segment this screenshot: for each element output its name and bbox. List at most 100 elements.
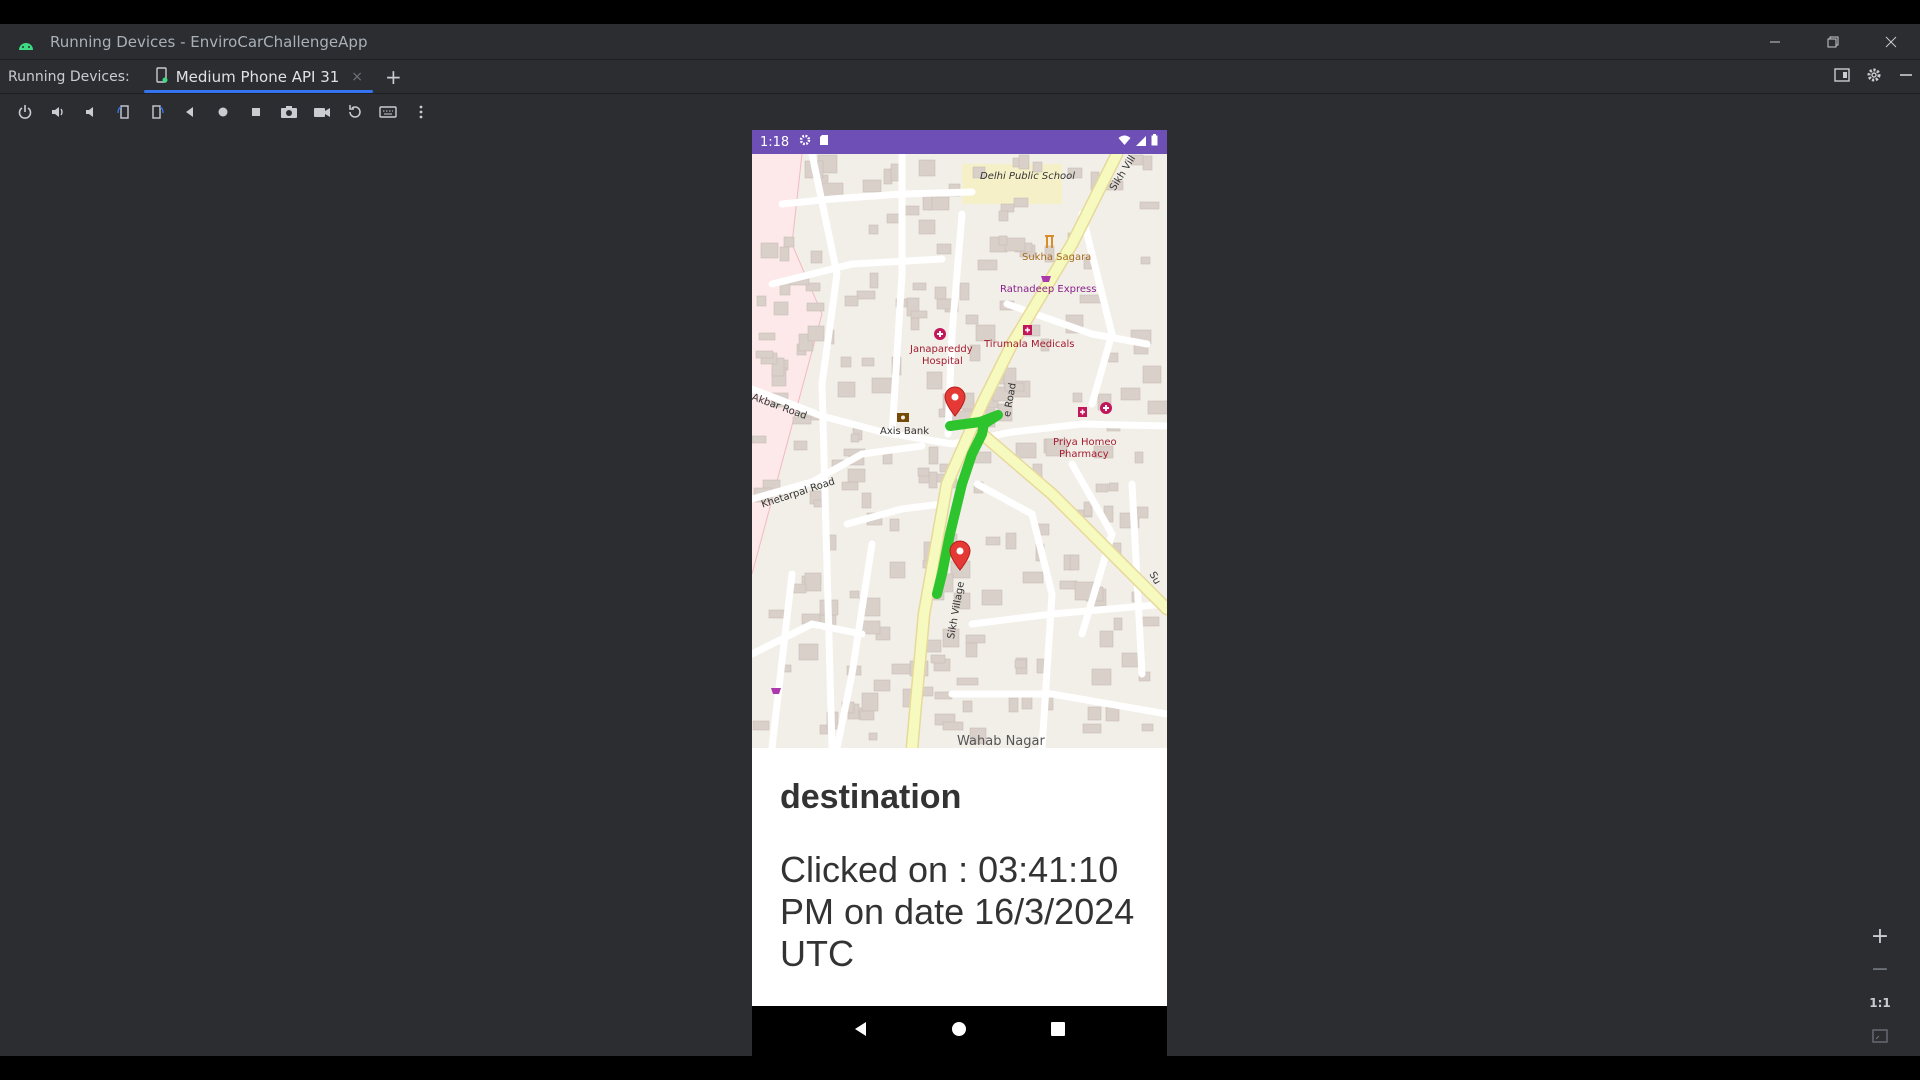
active-tab-indicator — [143, 89, 374, 93]
map-building — [1072, 392, 1083, 403]
map-building — [1142, 155, 1153, 171]
map-label-tirumala: Tirumala Medicals — [984, 339, 1075, 350]
screen: Running Devices - EnviroCarChallengeApp … — [0, 0, 1920, 1080]
device-toolbar — [0, 95, 1920, 129]
map-building — [928, 446, 939, 465]
map-building — [1087, 706, 1102, 721]
back-icon[interactable] — [173, 97, 206, 127]
map-building — [965, 634, 986, 644]
map-building — [981, 589, 1003, 606]
layout-toggle-icon[interactable] — [1834, 67, 1850, 87]
close-window-button[interactable] — [1862, 24, 1920, 60]
osm-map-view[interactable]: Delhi Public School Sukha Sagara Ratnade… — [752, 154, 1167, 748]
map-building — [861, 492, 872, 509]
map-building — [959, 282, 970, 301]
map-building — [841, 481, 859, 491]
map-label-janapareddy: Janapareddy — [910, 344, 973, 355]
nav-home-icon[interactable] — [951, 1021, 967, 1041]
map-building — [928, 471, 938, 489]
map-building — [962, 700, 973, 713]
map-building — [1139, 201, 1160, 210]
reset-icon[interactable] — [338, 97, 371, 127]
rotate-right-icon[interactable] — [140, 97, 173, 127]
map-building — [755, 350, 774, 359]
rotate-left-icon[interactable] — [107, 97, 140, 127]
tab-close-icon[interactable]: × — [351, 69, 363, 85]
map-building — [850, 433, 860, 443]
map-building — [1022, 571, 1044, 584]
map-building — [1091, 668, 1112, 686]
map-building — [1135, 506, 1149, 519]
map-label-axis-bank: Axis Bank — [880, 426, 930, 437]
nav-back-icon[interactable] — [853, 1021, 869, 1041]
running-devices-tabbar: Running Devices: Medium Phone API 31 × + — [0, 60, 1920, 94]
zoom-fit-icon[interactable] — [1872, 1019, 1888, 1052]
keyboard-icon[interactable] — [371, 97, 404, 127]
android-nav-bar — [752, 1006, 1167, 1056]
map-building — [889, 518, 900, 532]
bank-icon — [897, 413, 909, 422]
tab-medium-phone[interactable]: Medium Phone API 31 × — [140, 60, 374, 94]
map-building — [998, 235, 1008, 246]
map-label-hospital: Hospital — [922, 356, 963, 367]
map-building — [868, 732, 878, 741]
sd-card-icon — [819, 134, 829, 150]
restore-window-button[interactable] — [1804, 24, 1862, 60]
map-building — [804, 572, 822, 592]
overview-icon[interactable] — [239, 97, 272, 127]
zoom-actual-size-button[interactable]: 1:1 — [1869, 986, 1891, 1019]
map-building — [918, 159, 936, 177]
map-building — [926, 371, 943, 390]
map-building — [1147, 400, 1167, 415]
map-building — [912, 282, 927, 291]
map-building — [868, 224, 879, 235]
hospital-icon — [934, 328, 946, 340]
map-building — [869, 272, 879, 289]
hide-panel-icon[interactable] — [1898, 67, 1914, 87]
map-building — [1113, 617, 1123, 631]
screen-record-icon[interactable] — [305, 97, 338, 127]
map-building — [847, 468, 866, 483]
map-building — [1082, 723, 1102, 734]
zoom-out-button[interactable]: − — [1871, 953, 1889, 986]
more-icon[interactable] — [404, 97, 437, 127]
map-building — [1099, 630, 1114, 648]
volume-up-icon[interactable] — [41, 97, 74, 127]
zoom-in-button[interactable]: + — [1871, 920, 1889, 953]
power-icon[interactable] — [8, 97, 41, 127]
map-building — [1083, 501, 1093, 517]
map-building — [760, 242, 779, 259]
map-building — [1004, 237, 1026, 252]
map-building — [752, 435, 767, 444]
map-building — [918, 219, 936, 235]
marker-info-window: destination Clicked on : 03:41:10 PM on … — [752, 748, 1167, 1006]
add-device-button[interactable]: + — [385, 67, 402, 87]
tab-label: Medium Phone API 31 — [175, 67, 340, 86]
title-bar: Running Devices - EnviroCarChallengeApp — [0, 24, 1920, 60]
gear-icon[interactable] — [1866, 67, 1882, 87]
info-title: destination — [780, 778, 962, 816]
map-building — [1005, 532, 1017, 550]
battery-icon — [1151, 134, 1159, 150]
hospital-icon-2 — [1100, 402, 1112, 414]
map-building — [930, 654, 946, 664]
map-building — [1015, 442, 1037, 459]
volume-down-icon[interactable] — [74, 97, 107, 127]
map-building — [1014, 659, 1027, 669]
phone-screen[interactable]: 1:18 Delhi Public School Sukha Sagara Ra… — [752, 130, 1167, 1056]
home-icon[interactable] — [206, 97, 239, 127]
map-building — [1141, 723, 1154, 732]
map-building — [977, 259, 998, 271]
map-building — [783, 236, 795, 248]
minimize-window-button[interactable] — [1746, 24, 1804, 60]
window-title: Running Devices - EnviroCarChallengeApp — [50, 32, 368, 51]
map-building — [965, 642, 978, 658]
nav-overview-icon[interactable] — [1050, 1021, 1066, 1041]
map-building — [862, 179, 882, 193]
map-building — [1108, 482, 1119, 492]
map-label-sukha: Sukha Sagara — [1022, 252, 1092, 263]
android-status-bar: 1:18 — [752, 130, 1167, 154]
status-time: 1:18 — [760, 134, 790, 150]
android-logo-icon — [18, 36, 34, 50]
screenshot-icon[interactable] — [272, 97, 305, 127]
